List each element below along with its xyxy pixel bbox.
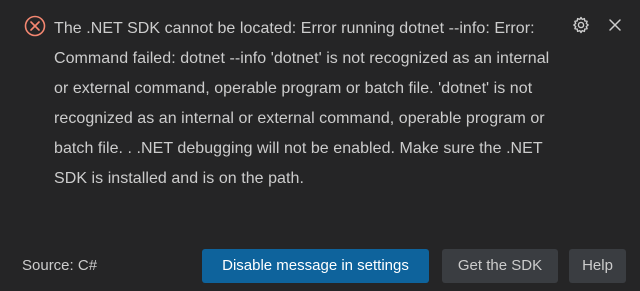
notification-toolbar [570, 14, 626, 36]
disable-message-button[interactable]: Disable message in settings [202, 249, 429, 283]
gear-icon[interactable] [570, 14, 592, 36]
notification-footer: Source: C# Disable message in settings G… [0, 246, 640, 284]
notification-toast: The .NET SDK cannot be located: Error ru… [0, 0, 640, 291]
notification-message: The .NET SDK cannot be located: Error ru… [54, 20, 550, 187]
error-circle-icon [24, 15, 46, 37]
get-sdk-button[interactable]: Get the SDK [442, 249, 558, 283]
notification-source: Source: C# [22, 257, 98, 274]
close-icon[interactable] [604, 14, 626, 36]
help-button[interactable]: Help [569, 249, 626, 283]
